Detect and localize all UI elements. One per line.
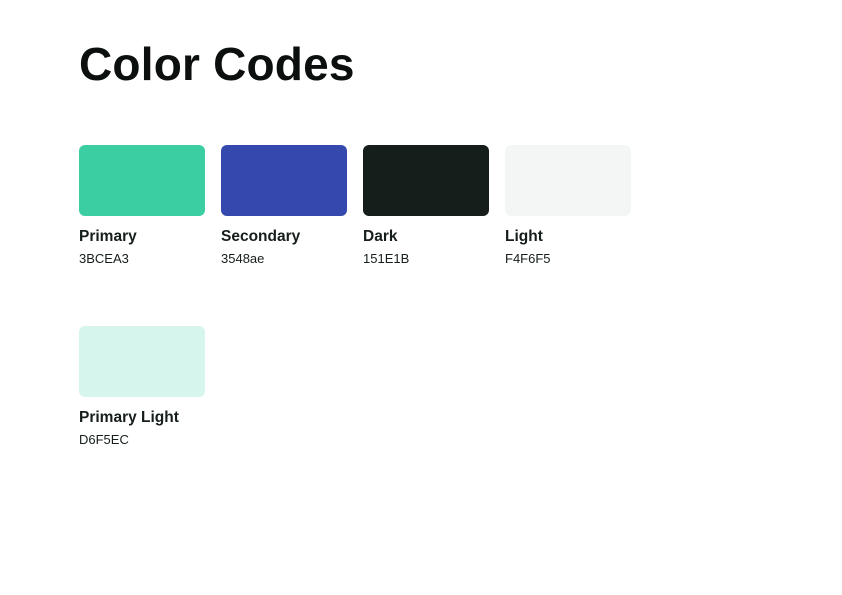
swatch-primary: Primary 3BCEA3 (79, 145, 205, 266)
color-chip-primary-light (79, 326, 205, 397)
swatch-name: Light (505, 228, 543, 245)
swatch-dark: Dark 151E1B (363, 145, 489, 266)
swatch-code: 3BCEA3 (79, 251, 129, 266)
swatch-name: Primary (79, 228, 137, 245)
page-title: Color Codes (79, 38, 355, 90)
swatch-primary-light: Primary Light D6F5EC (79, 326, 205, 447)
swatch-code: 151E1B (363, 251, 410, 266)
swatch-name: Secondary (221, 228, 301, 245)
color-chip-primary (79, 145, 205, 216)
color-chip-dark (363, 145, 489, 216)
color-chip-secondary (221, 145, 347, 216)
swatch-secondary: Secondary 3548ae (221, 145, 347, 266)
swatch-code: D6F5EC (79, 432, 129, 447)
swatch-name: Primary Light (79, 409, 179, 426)
swatch-code: F4F6F5 (505, 251, 551, 266)
color-chip-light (505, 145, 631, 216)
swatch-light: Light F4F6F5 (505, 145, 631, 266)
swatch-code: 3548ae (221, 251, 265, 266)
swatch-name: Dark (363, 228, 398, 245)
